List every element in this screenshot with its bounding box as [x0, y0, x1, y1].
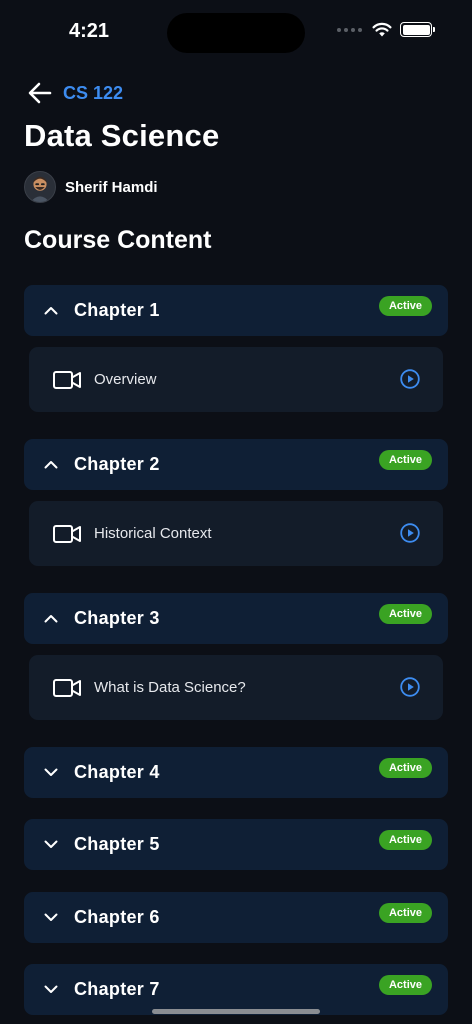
play-circle-icon[interactable]: [400, 677, 420, 702]
dynamic-island: [167, 13, 305, 53]
lesson-item[interactable]: Historical Context: [29, 501, 443, 566]
instructor-name: Sherif Hamdi: [65, 178, 158, 196]
back-course-code: CS 122: [63, 82, 124, 103]
status-badge: Active: [378, 604, 432, 624]
chapter-header-6[interactable]: Chapter 6 Active: [24, 892, 448, 943]
chevron-up-icon: [44, 304, 58, 318]
chapter-title: Chapter 6: [74, 907, 160, 927]
section-title: Course Content: [24, 226, 212, 254]
chevron-down-icon: [44, 911, 58, 925]
instructor: Sherif Hamdi: [24, 171, 158, 203]
chevron-down-icon: [44, 983, 58, 997]
status-badge: Active: [378, 975, 432, 995]
chapter-header-7[interactable]: Chapter 7 Active: [24, 964, 448, 1015]
cellular-signal-icon: [337, 27, 362, 32]
chapter-title: Chapter 1: [74, 300, 160, 320]
chevron-down-icon: [44, 766, 58, 780]
video-camera-icon: [53, 678, 81, 697]
back-button[interactable]: CS 122: [27, 80, 123, 106]
arrow-left-icon: [28, 82, 52, 104]
status-badge: Active: [378, 903, 432, 923]
chapter-title: Chapter 2: [74, 454, 160, 474]
lesson-title: Overview: [94, 371, 157, 388]
wifi-icon: [372, 22, 392, 37]
status-badge: Active: [378, 296, 432, 316]
chapter-title: Chapter 5: [74, 834, 160, 854]
chevron-down-icon: [44, 838, 58, 852]
status-indicators: [337, 22, 435, 37]
lesson-title: Historical Context: [94, 525, 212, 542]
chapter-header-1[interactable]: Chapter 1 Active: [24, 285, 448, 336]
play-circle-icon[interactable]: [400, 523, 420, 548]
chapter-title: Chapter 3: [74, 608, 160, 628]
lesson-item[interactable]: What is Data Science?: [29, 655, 443, 720]
video-camera-icon: [53, 370, 81, 389]
lesson-title: What is Data Science?: [94, 679, 246, 696]
lesson-item[interactable]: Overview: [29, 347, 443, 412]
status-badge: Active: [378, 450, 432, 470]
status-badge: Active: [378, 830, 432, 850]
home-indicator[interactable]: [152, 1009, 320, 1014]
battery-icon: [400, 22, 435, 37]
chapter-title: Chapter 4: [74, 762, 160, 782]
avatar: [24, 171, 56, 203]
chapter-header-5[interactable]: Chapter 5 Active: [24, 819, 448, 870]
chapter-title: Chapter 7: [74, 979, 160, 999]
video-camera-icon: [53, 524, 81, 543]
screen: 4:21 CS 122 Data Science Sherif Hamdi Co…: [0, 0, 472, 1024]
status-time: 4:21: [69, 20, 110, 42]
page-title: Data Science: [24, 118, 220, 153]
chapter-header-2[interactable]: Chapter 2 Active: [24, 439, 448, 490]
chevron-up-icon: [44, 612, 58, 626]
chapter-header-3[interactable]: Chapter 3 Active: [24, 593, 448, 644]
play-circle-icon[interactable]: [400, 369, 420, 394]
chevron-up-icon: [44, 458, 58, 472]
chapter-header-4[interactable]: Chapter 4 Active: [24, 747, 448, 798]
status-badge: Active: [378, 758, 432, 778]
